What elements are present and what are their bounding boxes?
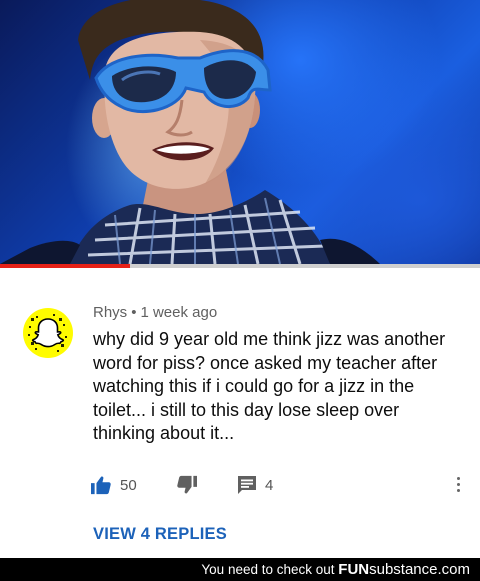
like-button[interactable]: 50 [90,473,137,497]
reply-button[interactable]: 4 [237,473,273,497]
watermark-prefix: You need to check out [201,562,335,577]
comment-icon [238,476,256,494]
reply-count: 4 [265,476,274,494]
dislike-button[interactable] [176,473,198,497]
comment-meta: Rhys • 1 week ago [93,304,217,321]
meta-separator: • [131,304,137,321]
comment-card: Rhys • 1 week ago why did 9 year old me th… [0,268,480,558]
man-sunglasses-scarf-image [0,0,380,264]
comment-text: why did 9 year old me think jizz was ano… [93,329,446,443]
comment-author[interactable]: Rhys [93,304,127,321]
thumbs-down-icon [177,475,197,494]
comment-timestamp[interactable]: 1 week ago [140,304,217,321]
watermark-bar: You need to check out FUNsubstance.com [0,558,480,581]
view-replies-link[interactable]: VIEW 4 REPLIES [93,525,227,544]
watermark-brand-rest: substance.com [369,561,470,578]
like-count: 50 [120,476,137,494]
avatar[interactable] [23,308,73,358]
comment-actions: 50 4 [90,473,470,497]
more-options-icon[interactable] [455,475,461,495]
snapchat-ghost-icon [28,314,67,352]
watermark-text: You need to check out FUNsubstance.com [201,558,470,581]
thumbs-up-icon [91,476,111,495]
video-thumbnail[interactable] [0,0,480,264]
watermark-brand-bold: FUN [338,561,370,578]
